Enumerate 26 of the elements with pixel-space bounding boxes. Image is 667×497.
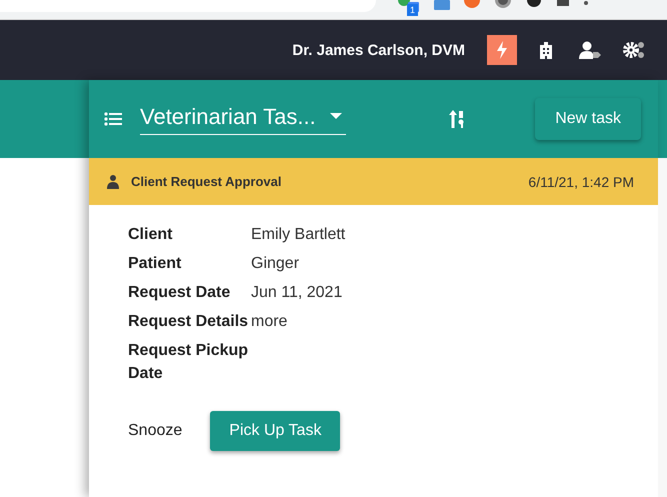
extension-icon[interactable] — [556, 0, 570, 6]
field-label: Client — [128, 225, 174, 245]
field-value: Jun 11, 2021 — [251, 283, 344, 303]
bolt-icon[interactable] — [487, 35, 517, 65]
caret-icon — [330, 113, 342, 120]
task-timestamp: 6/11/21, 1:42 PM — [528, 174, 634, 190]
person-icon — [107, 174, 119, 188]
sort-icon[interactable] — [449, 110, 466, 128]
field-value: Ginger — [251, 254, 300, 274]
task-list-select[interactable]: Veterinarian Tas... — [140, 104, 346, 134]
menu-icon[interactable] — [584, 0, 588, 6]
field-label: Request Details — [128, 312, 250, 332]
user-name: Dr. James Carlson, DVM — [292, 42, 465, 58]
field-label: Patient — [128, 254, 182, 274]
extension-icon[interactable] — [494, 0, 512, 8]
extension-badge: 1 — [407, 4, 418, 16]
new-task-button[interactable]: New task — [535, 98, 641, 140]
field-value: Emily Bartlett — [251, 225, 346, 245]
extension-icon[interactable] — [526, 0, 542, 8]
snooze-button[interactable]: Snooze — [118, 412, 192, 450]
task-type: Client Request Approval — [131, 174, 282, 189]
field-label: Request Pickup Date — [128, 341, 250, 384]
field-label: Request Date — [128, 283, 232, 303]
pick-up-button[interactable]: Pick Up Task — [210, 411, 340, 451]
list-icon[interactable] — [104, 112, 122, 126]
field-value: more — [251, 312, 288, 332]
